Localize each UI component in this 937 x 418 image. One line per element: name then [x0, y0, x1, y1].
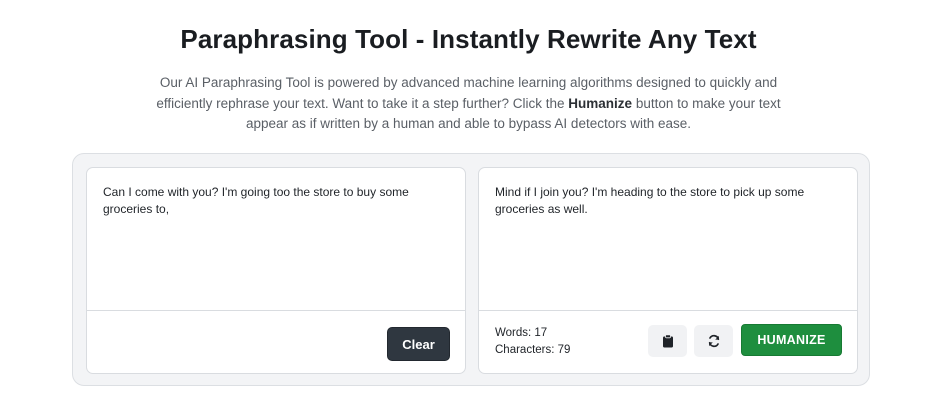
word-count: Words: 17: [495, 327, 548, 339]
paraphraser-container: Can I come with you? I'm going too the s…: [72, 153, 870, 386]
refresh-icon: [708, 334, 719, 348]
humanize-button[interactable]: HUMANIZE: [741, 324, 842, 356]
character-count: Characters: 79: [495, 343, 571, 356]
input-panel-divider: [87, 310, 465, 311]
refresh-button[interactable]: [694, 325, 733, 357]
output-text[interactable]: Mind if I join you? I'm heading to the s…: [495, 184, 825, 218]
page-title: Paraphrasing Tool - Instantly Rewrite An…: [180, 24, 757, 54]
text-stats: Words: 17 Characters: 79: [495, 325, 570, 358]
input-panel: Can I come with you? I'm going too the s…: [86, 167, 466, 374]
page-description: Our AI Paraphrasing Tool is powered by a…: [150, 73, 787, 135]
clear-button[interactable]: Clear: [387, 327, 450, 361]
clipboard-icon: [662, 334, 673, 348]
output-panel: Mind if I join you? I'm heading to the s…: [478, 167, 858, 374]
output-panel-divider: [479, 310, 857, 311]
input-textarea[interactable]: Can I come with you? I'm going too the s…: [103, 184, 433, 218]
copy-button[interactable]: [648, 325, 687, 357]
description-humanize-emphasis: Humanize: [568, 95, 633, 111]
page: Paraphrasing Tool - Instantly Rewrite An…: [0, 0, 937, 418]
